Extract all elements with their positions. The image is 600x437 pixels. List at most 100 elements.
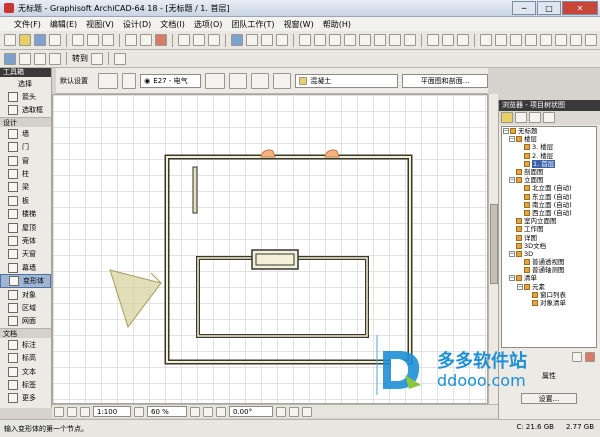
layout-book-tab-icon[interactable]: [529, 112, 541, 123]
inject-parameters-icon[interactable]: [193, 34, 205, 46]
tool-window[interactable]: 窗: [0, 154, 51, 167]
tree-node[interactable]: 2. 楼层: [502, 152, 596, 160]
display-order-icon[interactable]: [510, 34, 522, 46]
paste-icon[interactable]: [102, 34, 114, 46]
menu-window[interactable]: 视窗(W): [284, 19, 314, 30]
tree-node[interactable]: 北立面 (自动): [502, 184, 596, 192]
stretch-icon[interactable]: [359, 34, 371, 46]
tree-node[interactable]: 西立面 (自动): [502, 209, 596, 217]
elevation-view-icon[interactable]: [49, 52, 61, 65]
toolbox-section-design[interactable]: 设计: [0, 117, 51, 128]
tool-skylight[interactable]: 天窗: [0, 248, 51, 261]
tool-label[interactable]: 标签: [0, 378, 51, 391]
view-map-icon[interactable]: [54, 406, 64, 417]
redo-icon[interactable]: [140, 34, 152, 46]
tree-node[interactable]: 窗口列表: [502, 291, 596, 299]
tree-node[interactable]: − 元素: [502, 283, 596, 291]
tree-node[interactable]: − 清单: [502, 274, 596, 282]
menu-options[interactable]: 选项(O): [194, 19, 223, 30]
close-button[interactable]: ✕: [562, 1, 598, 15]
tree-node[interactable]: 3D文档: [502, 242, 596, 250]
pen-icon[interactable]: [205, 72, 226, 89]
tree-node[interactable]: 3. 楼层: [502, 143, 596, 151]
tool-text[interactable]: 文本: [0, 365, 51, 378]
tree-node[interactable]: 室内立面图: [502, 217, 596, 225]
tool-arrow[interactable]: 箭头: [0, 90, 51, 103]
section-view-icon[interactable]: [34, 52, 46, 65]
adjust-icon[interactable]: [404, 34, 416, 46]
tree-node[interactable]: 东立面 (自动): [502, 193, 596, 201]
open-folder-icon[interactable]: [19, 34, 31, 46]
floor-plan-and-section-button[interactable]: 平面图和剖面...: [402, 73, 488, 88]
visibility-icon[interactable]: [122, 72, 137, 89]
distribute-icon[interactable]: [495, 34, 507, 46]
elevate-icon[interactable]: [344, 34, 356, 46]
fit-in-window-icon[interactable]: [203, 406, 213, 417]
new-file-icon[interactable]: [4, 34, 16, 46]
zoom-dropdown-icon[interactable]: [91, 52, 103, 65]
tool-level-dimension[interactable]: 标高: [0, 351, 51, 364]
tree-node[interactable]: 对象清单: [502, 299, 596, 307]
floor-plan-canvas[interactable]: [52, 94, 488, 404]
cut-icon[interactable]: [72, 34, 84, 46]
menu-file[interactable]: 文件(F): [14, 19, 41, 30]
pick-up-parameters-icon[interactable]: [178, 34, 190, 46]
goto-label[interactable]: 转到: [72, 53, 88, 64]
floor-plan-view-icon[interactable]: [4, 52, 16, 65]
layer-selector[interactable]: ◉ E27 - 电气: [140, 73, 202, 88]
tool-curtain-wall[interactable]: 幕墙: [0, 261, 51, 274]
resize-icon[interactable]: [374, 34, 386, 46]
tree-node[interactable]: − 无标题: [502, 127, 596, 135]
menu-teamwork[interactable]: 团队工作(T): [231, 19, 274, 30]
menu-view[interactable]: 视图(V): [86, 19, 114, 30]
tool-door[interactable]: 门: [0, 141, 51, 154]
guide-line-icon[interactable]: [231, 34, 243, 46]
scale-field[interactable]: 1:100: [93, 406, 131, 417]
angle-field[interactable]: 0.00°: [229, 406, 273, 417]
menu-document[interactable]: 文档(I): [160, 19, 185, 30]
layer-combination-icon[interactable]: [276, 406, 286, 417]
rotate-view-icon[interactable]: [216, 406, 226, 417]
find-select-icon[interactable]: [208, 34, 220, 46]
lock-icon[interactable]: [525, 34, 537, 46]
properties-label[interactable]: 属性: [542, 371, 556, 381]
open-view-icon[interactable]: [572, 351, 582, 362]
menu-help[interactable]: 帮助(H): [323, 19, 351, 30]
model-view-option-icon[interactable]: [302, 406, 312, 417]
tree-node[interactable]: 普通轴测图: [502, 266, 596, 274]
canvas-vertical-scrollbar[interactable]: [488, 94, 498, 404]
layer-icon[interactable]: [555, 34, 567, 46]
project-map-tab-icon[interactable]: [501, 112, 513, 123]
settings-button[interactable]: 设置...: [521, 393, 577, 404]
vertical-icon[interactable]: [273, 72, 292, 89]
tree-node[interactable]: 普通透视图: [502, 258, 596, 266]
align-icon[interactable]: [480, 34, 492, 46]
geometry-method-icon[interactable]: [98, 72, 119, 89]
tool-marquee[interactable]: 选取框: [0, 104, 51, 117]
tool-shell[interactable]: 壳体: [0, 234, 51, 247]
tool-dimension[interactable]: 标注: [0, 338, 51, 351]
rotate-icon[interactable]: [314, 34, 326, 46]
publisher-sets-tab-icon[interactable]: [543, 112, 555, 123]
undo-zoom-icon[interactable]: [67, 406, 77, 417]
material-selector[interactable]: 混凝土: [295, 73, 399, 88]
tool-zone[interactable]: 区域: [0, 301, 51, 314]
view-map-tab-icon[interactable]: [515, 112, 527, 123]
menu-edit[interactable]: 编辑(E): [50, 19, 77, 30]
redo-zoom-icon[interactable]: [80, 406, 90, 417]
model-view-icon[interactable]: [585, 34, 597, 46]
print-icon[interactable]: [49, 34, 61, 46]
suspend-groups-icon[interactable]: [457, 34, 469, 46]
tree-node[interactable]: 详图: [502, 233, 596, 242]
delete-view-icon[interactable]: [585, 351, 595, 362]
maximize-button[interactable]: □: [537, 1, 561, 15]
drag-icon[interactable]: [299, 34, 311, 46]
undo-icon[interactable]: [125, 34, 137, 46]
zoom-field[interactable]: 60 %: [147, 406, 187, 417]
tree-node[interactable]: 剖面图: [502, 168, 596, 176]
split-icon[interactable]: [389, 34, 401, 46]
snap-guides-icon[interactable]: [261, 34, 273, 46]
snap-points-icon[interactable]: [246, 34, 258, 46]
menu-design[interactable]: 设计(D): [123, 19, 151, 30]
tool-beam[interactable]: 梁: [0, 181, 51, 194]
